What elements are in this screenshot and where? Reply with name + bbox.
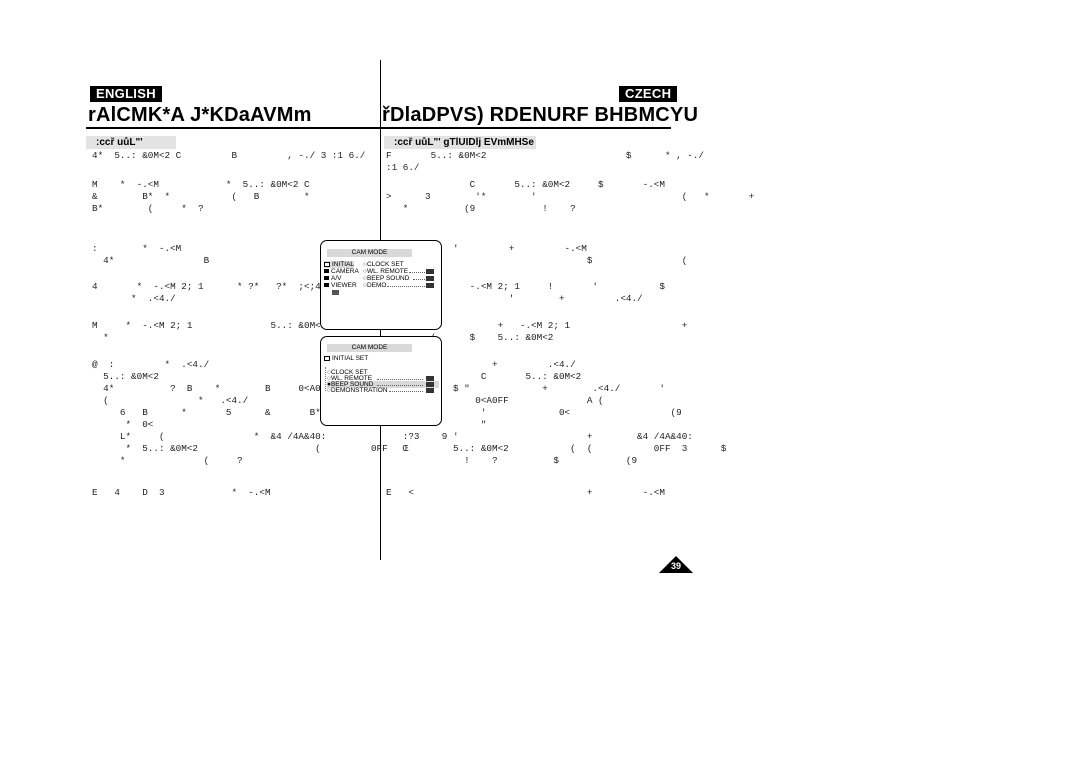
osd-value-indicator bbox=[426, 388, 434, 393]
body-text-line: Œ 5..: &0M<2 ( ( 0FF 3 $ bbox=[386, 443, 727, 454]
page-title-czech: řDlaDPVS) RDENURF BHBMCYU bbox=[382, 104, 699, 126]
body-text-line: * ( ? bbox=[92, 455, 243, 466]
osd-screen-cam-mode-menu: CAM MODE INITIAL CAMERA A/V VIEWER ○CLOC… bbox=[320, 240, 442, 330]
osd-value-indicator bbox=[426, 269, 434, 274]
osd-header: CAM MODE bbox=[327, 344, 412, 352]
body-text-line: * (9 ! ? bbox=[386, 203, 576, 214]
osd-menu-item-camera: CAMERA bbox=[324, 268, 359, 275]
osd-value-indicator bbox=[426, 382, 434, 387]
body-text-line: 4 * -.<M 2; 1 * ?* ?* ;<;4; bbox=[92, 281, 327, 292]
osd-screen-initial-set: CAM MODE INITIAL SET ○CLOCK SET ○WL. REM… bbox=[320, 336, 442, 426]
folder-icon bbox=[324, 269, 329, 274]
osd-menu-item-av: A/V bbox=[324, 275, 341, 282]
page-number: 39 bbox=[670, 561, 681, 571]
body-text-line: :?3 9 ' + &4 /4A&40: bbox=[386, 431, 693, 442]
body-text-line: M * -.<M * 5..: &0M<2 C bbox=[92, 179, 310, 190]
body-text-line: 5..: &0M<2 bbox=[92, 371, 159, 382]
page-title-english: rAlCMK*A J*KDaAVMm bbox=[88, 104, 312, 126]
body-text-line: & B* * ( B * bbox=[92, 191, 310, 202]
body-text-line: 4* B bbox=[92, 255, 210, 266]
osd-header: CAM MODE bbox=[327, 249, 412, 257]
body-text-line: E 4 D 3 * -.<M bbox=[92, 487, 271, 498]
language-badge-english: ENGLISH bbox=[90, 86, 162, 102]
osd-submenu-beep-sound: ○BEEP SOUND bbox=[363, 275, 410, 282]
language-badge-czech: CZECH bbox=[619, 86, 678, 102]
title-rule-right bbox=[380, 127, 671, 129]
folder-open-icon bbox=[324, 355, 330, 361]
osd-item-demonstration: ○DEMONSTRATION bbox=[327, 387, 388, 394]
osd-submenu-clock-set: ○CLOCK SET bbox=[363, 261, 404, 268]
osd-menu-item-viewer: VIEWER bbox=[324, 282, 357, 289]
osd-submenu-demo: ○DEMO bbox=[363, 282, 387, 289]
body-text-line: ( * .<4./ bbox=[92, 395, 249, 406]
folder-open-icon bbox=[324, 261, 330, 267]
folder-icon bbox=[324, 276, 329, 281]
body-text-line: 6 B * 5 & B* ( bbox=[92, 407, 349, 418]
body-text-line: @ : * .<4./ bbox=[92, 359, 210, 370]
body-text-line: 4* 5..: &0M<2 C B , -./ 3 :1 6./ bbox=[92, 150, 366, 161]
title-rule-left bbox=[86, 127, 380, 129]
body-text-line: F 5..: &0M<2 $ * , -./ bbox=[386, 150, 705, 161]
body-text-line: * 0< bbox=[92, 419, 154, 430]
osd-value-indicator bbox=[426, 283, 434, 288]
section-header-english: :ccř uůL"' bbox=[86, 136, 176, 149]
section-header-czech: :ccř uůL"' gTlUIDlj EVmMHSe bbox=[384, 136, 536, 149]
osd-value-indicator bbox=[426, 276, 434, 281]
body-text-line: C 5..: &0M<2 $ -.<M bbox=[386, 179, 665, 190]
body-text-line: B* ( * ? bbox=[92, 203, 204, 214]
folder-icon bbox=[324, 283, 329, 288]
body-text-line: 4* ? B * B 0<A0FF bbox=[92, 383, 332, 394]
osd-folder-initial-set: INITIAL SET bbox=[324, 355, 368, 362]
osd-menu-item-initial: INITIAL bbox=[324, 261, 355, 268]
body-text-line: :1 6./ bbox=[386, 162, 420, 173]
body-text-line: M * -.<M 2; 1 5..: &0M<2 bbox=[92, 320, 327, 331]
tape-icon bbox=[332, 290, 339, 295]
body-text-line: : * -.<M bbox=[92, 243, 182, 254]
body-text-line: * .<4./ bbox=[92, 293, 176, 304]
body-text-line: ! ? $ (9 bbox=[386, 455, 638, 466]
body-text-line: E < + -.<M bbox=[386, 487, 665, 498]
body-text-line: L* ( * &4 /4A&40: bbox=[92, 431, 327, 442]
body-text-line: > 3 '* ' ( * + bbox=[386, 191, 755, 202]
body-text-line: * 5..: &0M<2 ( 0FF bbox=[92, 443, 388, 454]
osd-submenu-wl-remote: ○WL. REMOTE bbox=[363, 268, 409, 275]
body-text-line: * bbox=[92, 332, 109, 343]
osd-value-indicator bbox=[426, 376, 434, 381]
